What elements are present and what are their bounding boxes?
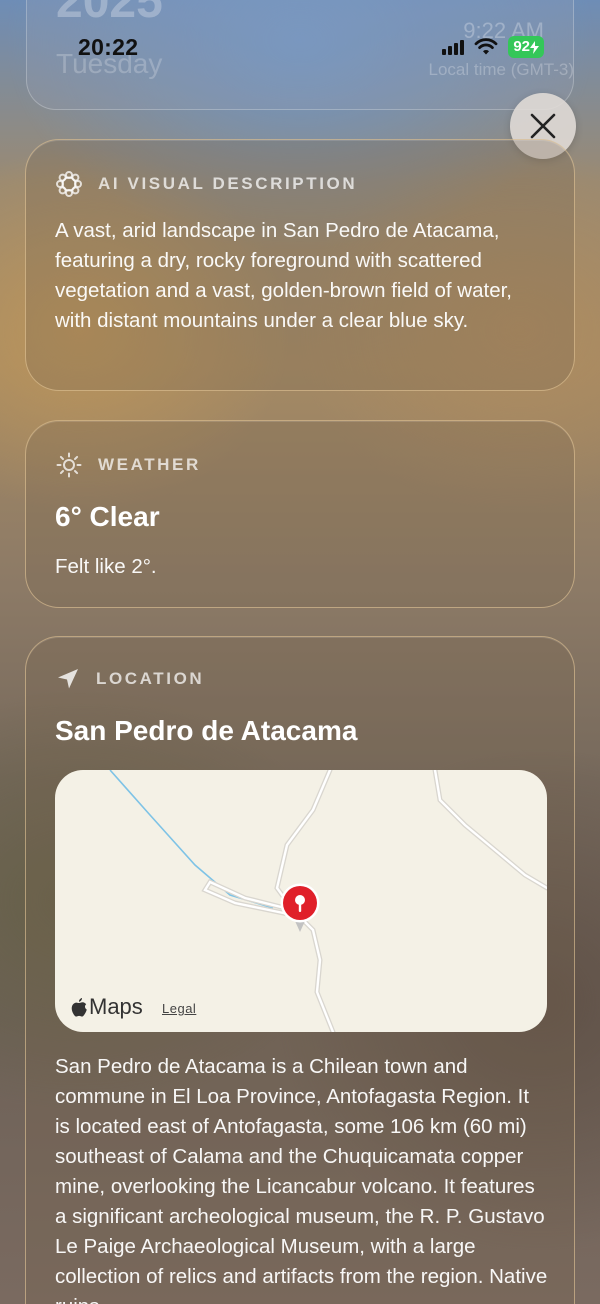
status-bar-time: 20:22 [78,34,139,60]
card-label: AI VISUAL DESCRIPTION [98,174,358,193]
weather-feels-like: Felt like 2°. [55,555,157,578]
maps-legal-link[interactable]: Legal [162,1001,196,1016]
card-header: AI VISUAL DESCRIPTION [56,171,357,197]
weather-card: WEATHER 6° Clear Felt like 2°. [25,420,575,608]
location-map[interactable]: Maps Legal [55,770,547,1032]
location-arrow-icon [58,669,78,689]
close-icon [530,113,556,139]
apple-logo-icon [71,997,87,1017]
status-bar-indicators: 92 [442,36,544,58]
battery-indicator: 92 [508,36,544,58]
battery-level: 92 [513,38,530,55]
card-label: WEATHER [98,455,201,474]
sun-icon [56,452,82,478]
maps-brand: Maps [71,994,143,1020]
charging-bolt-icon [530,40,539,54]
location-description: San Pedro de Atacama is a Chilean town a… [55,1055,548,1304]
card-header: WEATHER [56,452,201,478]
ai-description-text: A vast, arid landscape in San Pedro de A… [55,219,512,332]
weather-headline: 6° Clear [55,501,160,532]
cellular-signal-icon [442,39,465,55]
card-label: LOCATION [96,669,205,688]
wifi-icon [474,38,498,55]
background-timezone: Local time (GMT-3) [428,60,574,79]
location-card: LOCATION San Pedro de Atacama Maps Legal… [25,636,575,1304]
background-year: 2025 [56,0,163,28]
card-header: LOCATION [56,667,204,691]
maps-label: Maps [89,994,143,1019]
ai-description-card: AI VISUAL DESCRIPTION A vast, arid lands… [25,139,575,391]
location-place-name: San Pedro de Atacama [55,715,358,746]
sparkle-gear-icon [56,171,82,197]
map-pin-icon[interactable] [279,882,321,934]
